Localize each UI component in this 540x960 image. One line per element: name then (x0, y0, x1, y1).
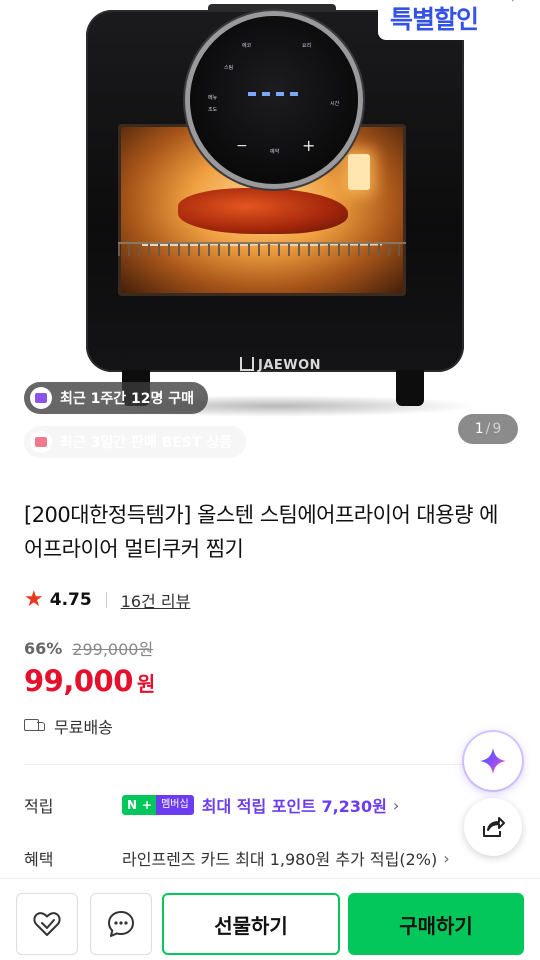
chevron-right-icon: › (443, 848, 450, 868)
brand-logo-text: JAEWON (258, 358, 322, 373)
sale-price: 99,000 (24, 664, 133, 698)
sale-banner-text: 특별할인 (390, 5, 479, 34)
rating-value: 4.75 (49, 590, 92, 610)
sale-banner: 특별할인 ✦ (378, 0, 518, 40)
npay-plus: + (142, 795, 157, 815)
bottom-action-bar: 선물하기 구매하기 (0, 878, 540, 960)
product-title: [200대한정득템가] 올스텐 스팀에어프라이어 대용량 에어프라이어 멀티쿠커… (24, 503, 498, 561)
sparkle-icon: ✦ (509, 0, 517, 5)
share-button[interactable] (464, 798, 522, 856)
dial-label: 스팀 (224, 65, 234, 71)
air-fryer-product-image: 에코 스팀 요리 메뉴 조도 시간 예약 − + (86, 10, 464, 372)
best-seller-pill: 최근 3일간 판매 BEST 상품 (24, 426, 247, 458)
dial-minus: − (236, 138, 248, 154)
original-price: 299,000원 (72, 640, 154, 659)
rating-row: ★ 4.75 16건 리뷰 (24, 588, 190, 612)
sale-price-row: 99,000 원 (24, 664, 155, 698)
control-dial: 에코 스팀 요리 메뉴 조도 시간 예약 − + (190, 16, 358, 184)
pager-separator: / (485, 421, 491, 437)
lobster-food (178, 188, 348, 234)
oven-rack (118, 242, 406, 256)
appliance-foot (396, 370, 424, 406)
chevron-right-icon: › (392, 795, 400, 815)
brand-mark-icon (240, 357, 254, 371)
membership-badge: 멤버십 (156, 795, 194, 815)
share-icon (483, 817, 505, 837)
dial-label: 예약 (270, 149, 280, 155)
heart-icon (33, 912, 61, 936)
dial-plus: + (302, 136, 316, 155)
currency: 원 (136, 672, 156, 696)
oven-lamp (348, 154, 370, 190)
review-count-link[interactable]: 16건 리뷰 (121, 588, 191, 612)
pager-total: 9 (492, 421, 502, 437)
benefit-row[interactable]: 혜택 라인프렌즈 카드 최대 1,980원 추가 적립(2%) › (24, 846, 450, 870)
dial-label: 요리 (302, 43, 312, 49)
dial-label: 조도 (208, 107, 218, 113)
section-divider (24, 764, 516, 765)
recent-purchase-pill: 최근 1주간 12명 구매 (24, 382, 209, 414)
divider (105, 592, 107, 608)
chat-button[interactable] (90, 893, 152, 955)
image-pager: 1 / 9 (458, 414, 518, 444)
points-row[interactable]: 적립 N + 멤버십 최대 적립 포인트 7,230원 › (24, 793, 399, 817)
recent-purchase-text: 최근 1주간 12명 구매 (60, 391, 195, 407)
pager-current: 1 (474, 421, 484, 437)
chat-icon (108, 911, 134, 937)
gift-button[interactable]: 선물하기 (162, 893, 340, 955)
shipping-row: 무료배송 (24, 714, 113, 738)
points-label: 적립 (24, 797, 54, 816)
dial-label: 에코 (242, 43, 252, 49)
points-text: 최대 적립 포인트 7,230원 (201, 797, 387, 816)
star-icon: ★ (24, 587, 44, 612)
buy-button[interactable]: 구매하기 (348, 893, 524, 955)
shipping-text: 무료배송 (54, 718, 113, 737)
npay-membership-badge: N + 멤버십 (122, 795, 194, 815)
npay-badge: N (122, 795, 143, 815)
dial-display-leds (248, 92, 302, 96)
benefit-label: 혜택 (24, 850, 54, 869)
dial-label: 시간 (330, 101, 340, 107)
benefit-text: 라인프렌즈 카드 최대 1,980원 추가 적립(2%) (122, 850, 438, 869)
gift-icon (30, 431, 52, 453)
product-image-carousel[interactable]: 에코 스팀 요리 메뉴 조도 시간 예약 − + JAEWON 특별할인 ✦ 최… (0, 0, 540, 470)
truck-icon (24, 719, 46, 733)
dial-label: 메뉴 (208, 95, 218, 101)
best-seller-text: 최근 3일간 판매 BEST 상품 (60, 435, 233, 451)
like-button[interactable] (16, 893, 78, 955)
ai-sparkle-icon (480, 748, 506, 774)
discount-rate: 66% (24, 638, 63, 658)
ai-assistant-button[interactable] (464, 732, 522, 790)
original-price-row: 66% 299,000원 (24, 636, 153, 660)
bag-icon (30, 387, 52, 409)
brand-logo: JAEWON (240, 357, 321, 373)
